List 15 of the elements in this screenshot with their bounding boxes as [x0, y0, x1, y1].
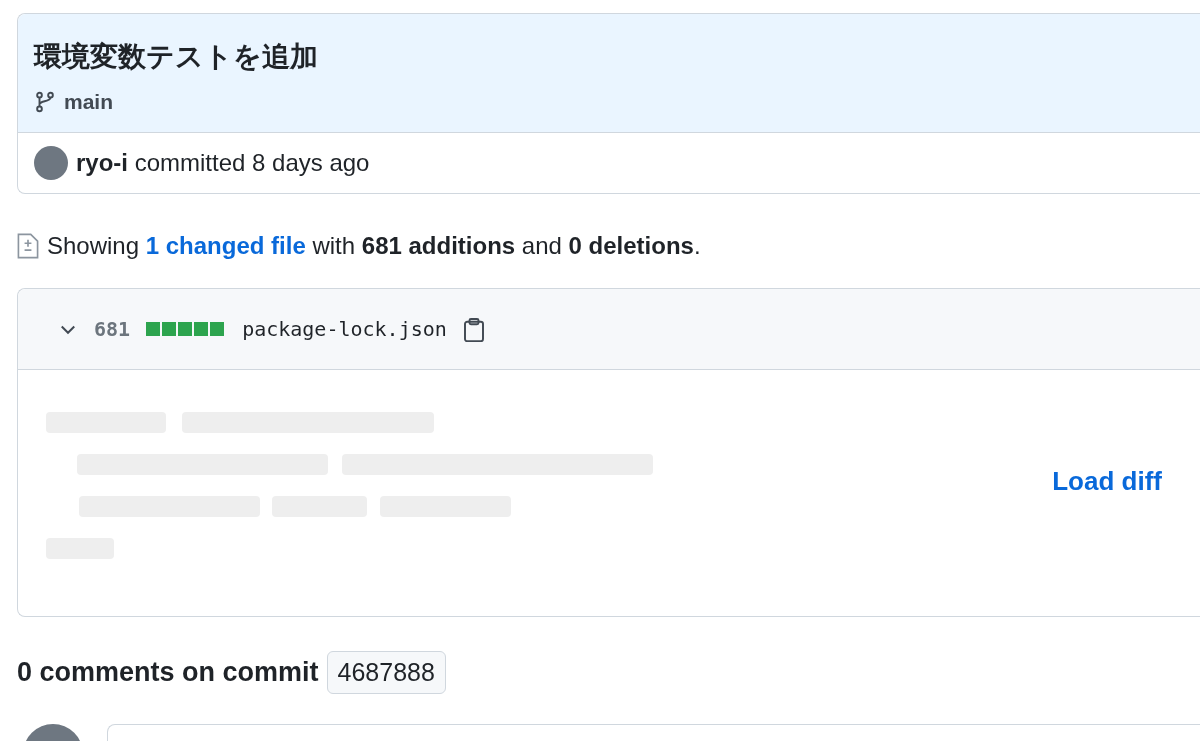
copy-icon[interactable] [462, 318, 485, 343]
file-name-link[interactable]: package-lock.json [242, 313, 447, 344]
summary-text: Showing 1 changed file with 681 additions and 0 deletions. [47, 230, 701, 261]
comments-heading: 0 comments on commit [17, 656, 319, 689]
changed-files-link[interactable]: 1 changed file [145, 231, 306, 259]
load-diff-button[interactable]: Load diff [1052, 461, 1162, 501]
branch-icon [34, 89, 56, 114]
addition-count: 681 [94, 315, 131, 343]
author-line: ryo-i committed 8 days ago [76, 147, 370, 178]
avatar[interactable] [34, 145, 68, 180]
branch-name[interactable]: main [64, 86, 113, 118]
diff-file-icon [17, 232, 39, 259]
author-link[interactable]: ryo-i [76, 148, 128, 176]
commit-title: 環境変数テストを追加 [34, 40, 319, 74]
commit-sha: 4687888 [326, 650, 446, 694]
